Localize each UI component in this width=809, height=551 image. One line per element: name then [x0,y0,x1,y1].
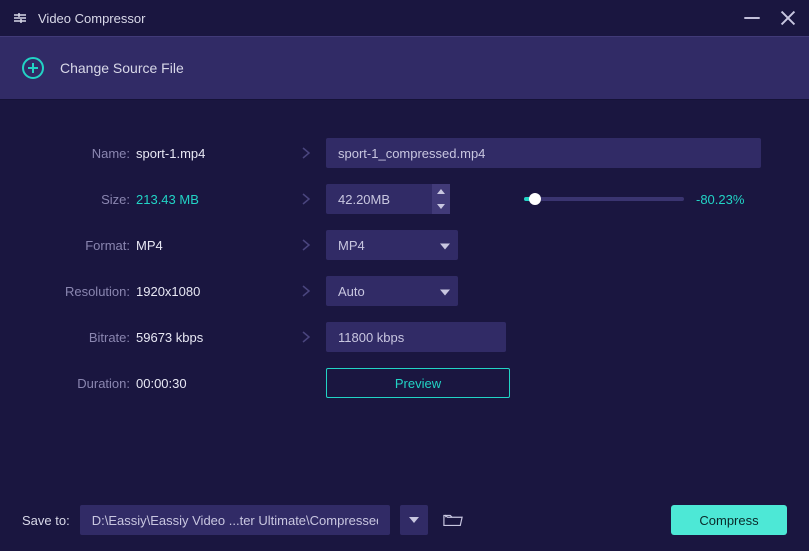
output-bitrate-input[interactable] [326,322,506,352]
size-slider[interactable] [524,197,684,201]
size-percent-label: -80.23% [696,192,744,207]
value-resolution: 1920x1080 [136,284,286,299]
app-icon [12,10,28,26]
titlebar-left: Video Compressor [12,10,145,26]
label-duration: Duration: [26,376,136,391]
close-button[interactable] [779,9,797,27]
output-name-input[interactable] [326,138,761,168]
label-resolution: Resolution: [26,284,136,299]
label-format: Format: [26,238,136,253]
value-duration: 00:00:30 [136,376,286,391]
value-bitrate: 59673 kbps [136,330,286,345]
save-path-input[interactable] [80,505,390,535]
main-content: Name: sport-1.mp4 Size: 213.43 MB [0,100,809,406]
label-size: Size: [26,192,136,207]
save-path-dropdown[interactable] [400,505,428,535]
arrow-icon [286,238,326,252]
preview-button[interactable]: Preview [326,368,510,398]
row-resolution: Resolution: 1920x1080 [26,268,783,314]
value-format: MP4 [136,238,286,253]
slider-thumb[interactable] [529,193,541,205]
label-bitrate: Bitrate: [26,330,136,345]
resolution-select-value[interactable] [326,276,458,306]
arrow-icon [286,192,326,206]
arrow-icon [286,330,326,344]
browse-folder-button[interactable] [438,505,468,535]
size-step-up[interactable] [432,184,450,199]
save-to-group: Save to: [22,505,468,535]
app-title: Video Compressor [38,11,145,26]
change-source-label[interactable]: Change Source File [60,60,184,76]
save-to-label: Save to: [22,513,70,528]
row-name: Name: sport-1.mp4 [26,130,783,176]
size-slider-block: -80.23% [524,192,744,207]
arrow-icon [286,146,326,160]
window-controls [743,9,797,27]
titlebar: Video Compressor [0,0,809,36]
value-name: sport-1.mp4 [136,146,286,161]
compress-button[interactable]: Compress [671,505,787,535]
minimize-button[interactable] [743,9,761,27]
size-step-down[interactable] [432,199,450,214]
format-select-value[interactable] [326,230,458,260]
source-file-bar: Change Source File [0,36,809,100]
output-size-stepper[interactable] [326,184,450,214]
arrow-icon [286,284,326,298]
row-size: Size: 213.43 MB -80.23% [26,176,783,222]
label-name: Name: [26,146,136,161]
row-format: Format: MP4 [26,222,783,268]
bottom-bar: Save to: Compress [0,489,809,551]
resolution-select[interactable] [326,276,458,306]
format-select[interactable] [326,230,458,260]
value-size: 213.43 MB [136,192,286,207]
row-duration: Duration: 00:00:30 Preview [26,360,783,406]
row-bitrate: Bitrate: 59673 kbps [26,314,783,360]
add-source-button[interactable] [22,57,44,79]
